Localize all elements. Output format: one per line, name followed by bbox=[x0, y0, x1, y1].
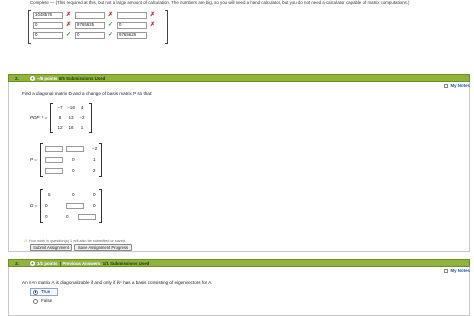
right-bracket bbox=[99, 189, 102, 223]
option-false-label: False bbox=[41, 298, 53, 303]
target-matrix: −7 −16 4 6 13 −2 12 16 1 bbox=[50, 103, 92, 133]
notes-checkbox[interactable] bbox=[444, 83, 449, 88]
matrix-entry: 4 bbox=[80, 105, 84, 110]
grid-cell-r3c2[interactable]: 0 bbox=[75, 32, 105, 39]
d-entry-r1c1: 5 bbox=[48, 192, 51, 197]
grid-cell-r2c3[interactable]: 0 bbox=[117, 22, 147, 29]
my-notes-label: My Notes bbox=[450, 268, 470, 273]
grid-cell-r2c2[interactable]: 9765625 bbox=[75, 22, 105, 29]
expand-icon[interactable]: + bbox=[30, 76, 35, 81]
option-true-label: True bbox=[41, 289, 51, 294]
previous-answers-link[interactable]: Previous Answers bbox=[62, 261, 100, 266]
wrong-icon: ✗ bbox=[66, 22, 72, 28]
points-info: 1/1 points | Previous Answers 1/1 Submis… bbox=[37, 261, 150, 266]
check-icon: ✓ bbox=[66, 32, 72, 38]
submit-assignment-button[interactable]: Submit Assignment bbox=[30, 244, 72, 251]
wrong-icon: ✗ bbox=[150, 12, 156, 18]
points-label[interactable]: –/8 points bbox=[37, 76, 58, 81]
question-number: 2. bbox=[15, 76, 19, 81]
grid-cell-r1c3[interactable] bbox=[117, 12, 147, 19]
d-entry-r2c3: 0 bbox=[93, 203, 96, 208]
wrong-icon: ✗ bbox=[108, 12, 114, 18]
d-input-r2c2[interactable] bbox=[66, 203, 84, 209]
expand-icon[interactable]: + bbox=[30, 261, 35, 266]
p-input-r1c2[interactable] bbox=[66, 146, 84, 152]
matrix-entry: −2 bbox=[79, 115, 85, 120]
wrong-icon: ✗ bbox=[66, 12, 72, 18]
d-input-r3c3[interactable] bbox=[78, 214, 96, 220]
p-input-r3c1[interactable] bbox=[45, 168, 63, 174]
p-entry-r3c3: 2 bbox=[93, 168, 96, 173]
my-notes-toggle[interactable]: My Notes bbox=[444, 83, 470, 88]
d-entry-r3c1: 0 bbox=[45, 214, 48, 219]
points-label[interactable]: 1/1 points bbox=[37, 261, 58, 266]
question-2-prompt: Find a diagonal matrix D and a change of… bbox=[22, 91, 153, 96]
submissions-label: 1/1 Submissions Used bbox=[102, 261, 150, 266]
save-progress-button[interactable]: Save Assignment Progress bbox=[74, 244, 132, 251]
save-warning-text: Your work in question(s) 1 will also be … bbox=[28, 239, 126, 243]
d-label: D = bbox=[30, 203, 38, 208]
grid-cell-r3c1[interactable]: 0 bbox=[33, 32, 63, 39]
radio-true[interactable] bbox=[33, 289, 38, 295]
submissions-label: 0/5 Submissions Used bbox=[58, 76, 106, 81]
radio-false[interactable] bbox=[33, 298, 38, 304]
question-instruction-text: Complete — (This required at this, but n… bbox=[30, 0, 410, 5]
question-2-header: 2. + –/8 points 0/5 Submissions Used bbox=[8, 74, 470, 82]
d-entry-r3c2: 0 bbox=[66, 214, 69, 219]
d-entry-r2c1: 0 bbox=[45, 203, 48, 208]
warning-icon: ⚠ bbox=[24, 239, 28, 243]
left-bracket bbox=[28, 10, 31, 44]
my-notes-toggle[interactable]: My Notes bbox=[444, 268, 470, 273]
grid-cell-r1c2[interactable] bbox=[75, 12, 105, 19]
left-bracket bbox=[50, 103, 53, 133]
left-bracket bbox=[40, 143, 43, 177]
right-bracket bbox=[165, 10, 168, 44]
p-input-r1c1[interactable] bbox=[45, 146, 63, 152]
grid-cell-r3c3[interactable]: 9765625 bbox=[117, 32, 147, 39]
p-entry-r2c2: 0 bbox=[72, 157, 75, 162]
right-bracket bbox=[99, 143, 102, 177]
check-icon: ✓ bbox=[108, 22, 114, 28]
question-number: 3. bbox=[15, 261, 19, 266]
p-entry-r3c2: 0 bbox=[72, 168, 75, 173]
question-3-header: 3. + 1/1 points | Previous Answers 1/1 S… bbox=[8, 259, 470, 267]
p-entry-r1c3: −2 bbox=[92, 146, 98, 151]
p-entry-r2c3: 1 bbox=[93, 157, 96, 162]
left-bracket bbox=[40, 189, 43, 223]
my-notes-label: My Notes bbox=[450, 83, 470, 88]
grid-cell-r1c1[interactable]: 1048576 bbox=[33, 12, 63, 19]
grid-cell-r2c1[interactable]: 0 bbox=[33, 22, 63, 29]
d-entry-r1c2: 0 bbox=[72, 192, 75, 197]
d-entry-r1c3: 0 bbox=[93, 192, 96, 197]
points-info: –/8 points 0/5 Submissions Used bbox=[37, 76, 105, 81]
question-3-panel bbox=[8, 267, 470, 316]
answer-grid: 1048576 ✗ ✗ ✗ 0 ✗ 9765625 ✓ 0 ✗ 0 ✓ 0 ✓ … bbox=[28, 10, 168, 44]
question-3-prompt: An n×n matrix A is diagonalizable if and… bbox=[22, 280, 213, 285]
p-label: P = bbox=[30, 157, 37, 162]
wrong-icon: ✗ bbox=[150, 22, 156, 28]
check-icon: ✓ bbox=[108, 32, 114, 38]
d-matrix: 5 0 0 0 0 0 0 bbox=[40, 189, 102, 223]
notes-checkbox[interactable] bbox=[444, 268, 449, 273]
save-warning: ⚠ Your work in question(s) 1 will also b… bbox=[24, 238, 126, 243]
p-matrix: −2 0 1 0 2 bbox=[40, 143, 102, 177]
pdp-label: PDP⁻¹ = bbox=[30, 115, 48, 120]
p-input-r2c1[interactable] bbox=[45, 157, 63, 163]
right-bracket bbox=[89, 103, 92, 133]
matrix-entry: 1 bbox=[80, 125, 84, 130]
